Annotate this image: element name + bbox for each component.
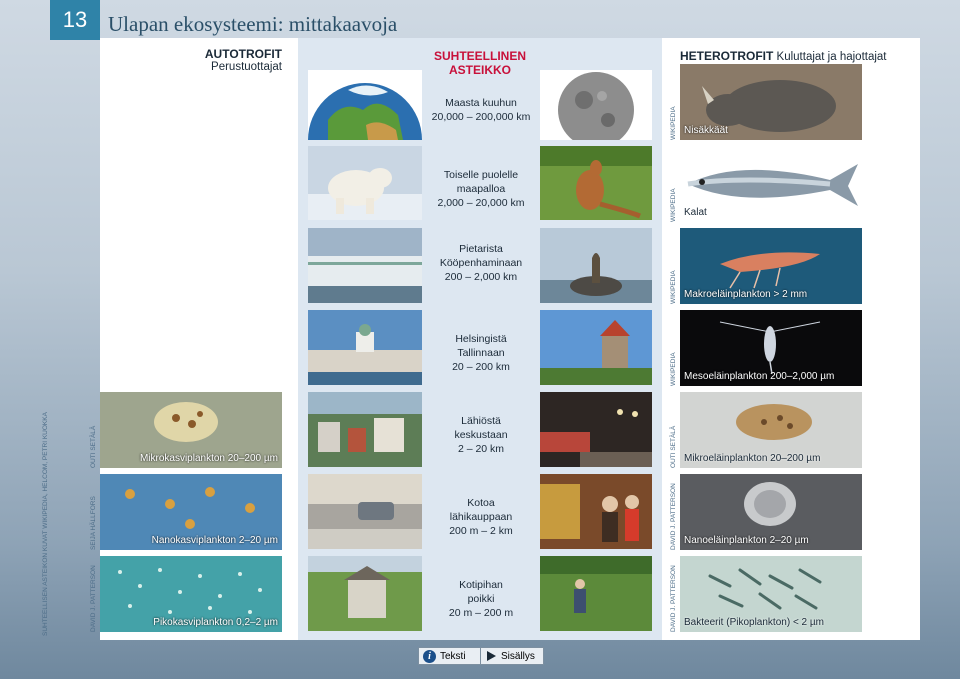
scale-row-line2: keskustaan bbox=[454, 429, 508, 441]
mammals-label: Nisäkkäät bbox=[684, 125, 728, 136]
contents-button[interactable]: Sisällys bbox=[480, 647, 544, 665]
fish-label: Kalat bbox=[684, 207, 707, 218]
scale-row: Kotoa lähikauppaan 200 m – 2 km bbox=[422, 496, 540, 538]
polar-bear-photo bbox=[308, 146, 422, 220]
heterotrophs-header: HETEROTROFIT Kuluttajat ja hajottajat bbox=[680, 49, 887, 63]
earth-photo bbox=[308, 70, 422, 140]
scale-row-line2: poikki bbox=[467, 593, 495, 605]
scale-row-line1: Lähiöstä bbox=[461, 415, 501, 427]
bacteria-label: Bakteerit (Pikoplankton) < 2 µm bbox=[684, 617, 824, 628]
credit-hallfors: SEIJA HÄLLFORS bbox=[90, 496, 97, 550]
scale-row-line1: Toiselle puolelle bbox=[443, 169, 519, 181]
credit-wikipedia: WIKIPEDIA bbox=[670, 352, 677, 386]
credit-wikipedia: WIKIPEDIA bbox=[670, 106, 677, 140]
scale-row-range: 20,000 – 200,000 km bbox=[431, 111, 531, 123]
mesozooplankton-label: Mesoeläinplankton 200–2,000 µm bbox=[684, 371, 835, 382]
autotrophs-subtitle: Perustuottajat bbox=[211, 61, 282, 73]
helsinki-photo bbox=[308, 310, 422, 385]
palace-photo bbox=[308, 228, 422, 303]
scale-row: Maasta kuuhun 20,000 – 200,000 km bbox=[422, 96, 540, 124]
mesozooplankton-photo: Mesoeläinplankton 200–2,000 µm bbox=[680, 310, 862, 386]
scale-row: Kotipihan poikki 20 m – 200 m bbox=[422, 578, 540, 620]
scale-header-line1: SUHTEELLINEN bbox=[433, 49, 526, 63]
scale-row: Lähiöstä keskustaan 2 – 20 km bbox=[422, 414, 540, 456]
info-icon: i bbox=[423, 649, 436, 663]
autotrophs-header: AUTOTROFIT Perustuottajat bbox=[150, 47, 282, 73]
scale-row-line2: maapalloa bbox=[456, 183, 506, 195]
microzooplankton-photo: Mikroeläinplankton 20–200 µm bbox=[680, 392, 862, 468]
heterotrophs-subtitle: Kuluttajat ja hajottajat bbox=[776, 51, 887, 63]
page-number: 13 bbox=[50, 0, 100, 40]
nanozooplankton-photo: Nanoeläinplankton 2–20 µm bbox=[680, 474, 862, 550]
scale-row-range: 2 – 20 km bbox=[457, 443, 505, 455]
scale-row-line1: Kotoa bbox=[467, 497, 495, 509]
macrozooplankton-photo: Makroeläinplankton > 2 mm bbox=[680, 228, 862, 304]
train-station-photo bbox=[540, 392, 652, 467]
credit-setala: OUTI SETÄLÄ bbox=[90, 425, 97, 468]
tallinn-photo bbox=[540, 310, 652, 385]
heterotrophs-title: HETEROTROFIT bbox=[680, 49, 774, 63]
grocery-store-photo bbox=[540, 474, 652, 549]
rhino-photo: Nisäkkäät bbox=[680, 64, 862, 140]
scale-row-line1: Pietarista bbox=[459, 243, 503, 255]
house-photo bbox=[308, 556, 422, 631]
scale-row-line1: Helsingistä bbox=[455, 333, 507, 345]
credit-patterson: DAVID J. PATTERSON bbox=[670, 565, 677, 632]
text-button-label: Teksti bbox=[440, 650, 466, 662]
scale-row: Helsingistä Tallinnaan 20 – 200 km bbox=[422, 332, 540, 374]
contents-button-label: Sisällys bbox=[501, 650, 535, 662]
nanophytoplankton-label: Nanokasviplankton 2–20 µm bbox=[151, 535, 278, 546]
scale-row-range: 2,000 – 20,000 km bbox=[437, 197, 525, 209]
scale-row-line2: Kööpenhaminaan bbox=[439, 257, 523, 269]
picophytoplankton-photo: Pikokasviplankton 0,2–2 µm bbox=[100, 556, 282, 632]
credit-patterson: DAVID J. PATTERSON bbox=[670, 483, 677, 550]
credit-wikipedia: WIKIPEDIA bbox=[670, 270, 677, 304]
scale-row-range: 200 – 2,000 km bbox=[444, 271, 518, 283]
side-credit: SUHTEELLISEN ASTEIKON KUVAT WIKIPEDIA, H… bbox=[42, 412, 49, 636]
play-icon bbox=[487, 651, 496, 661]
nanophytoplankton-photo: Nanokasviplankton 2–20 µm bbox=[100, 474, 282, 550]
scale-header: SUHTEELLINEN ASTEIKKO bbox=[420, 49, 540, 77]
credit-patterson: DAVID J. PATTERSON bbox=[90, 565, 97, 632]
scale-row: Toiselle puolelle maapalloa 2,000 – 20,0… bbox=[422, 168, 540, 210]
macrozooplankton-label: Makroeläinplankton > 2 mm bbox=[684, 289, 808, 300]
street-photo bbox=[308, 474, 422, 549]
scale-row-range: 200 m – 2 km bbox=[449, 525, 513, 537]
bacteria-photo: Bakteerit (Pikoplankton) < 2 µm bbox=[680, 556, 862, 632]
scale-row-range: 20 – 200 km bbox=[452, 361, 510, 373]
fish-photo: Kalat bbox=[680, 146, 862, 222]
microzooplankton-label: Mikroeläinplankton 20–200 µm bbox=[684, 453, 821, 464]
credit-wikipedia: WIKIPEDIA bbox=[670, 188, 677, 222]
garden-photo bbox=[540, 556, 652, 631]
suburb-photo bbox=[308, 392, 422, 467]
microphytoplankton-label: Mikrokasviplankton 20–200 µm bbox=[139, 453, 278, 464]
scale-row-line2: lähikauppaan bbox=[449, 511, 513, 523]
credit-setala: OUTI SETÄLÄ bbox=[670, 425, 677, 468]
mermaid-statue-photo bbox=[540, 228, 652, 303]
moon-photo bbox=[540, 70, 652, 140]
kangaroo-photo bbox=[540, 146, 652, 220]
scale-row-range: 20 m – 200 m bbox=[448, 607, 514, 619]
scale-row-line1: Kotipihan bbox=[459, 579, 503, 591]
autotrophs-title: AUTOTROFIT bbox=[204, 47, 282, 61]
nanozooplankton-label: Nanoeläinplankton 2–20 µm bbox=[684, 535, 809, 546]
microphytoplankton-photo: Mikrokasviplankton 20–200 µm bbox=[100, 392, 282, 468]
scale-row-line2: Tallinnaan bbox=[457, 347, 505, 359]
scale-row-line1: Maasta kuuhun bbox=[445, 97, 517, 109]
picophytoplankton-label: Pikokasviplankton 0,2–2 µm bbox=[153, 617, 278, 628]
scale-header-line2: ASTEIKKO bbox=[448, 63, 511, 77]
scale-row: Pietarista Kööpenhaminaan 200 – 2,000 km bbox=[422, 242, 540, 284]
page-title: Ulapan ekosysteemi: mittakaavoja bbox=[108, 12, 398, 36]
